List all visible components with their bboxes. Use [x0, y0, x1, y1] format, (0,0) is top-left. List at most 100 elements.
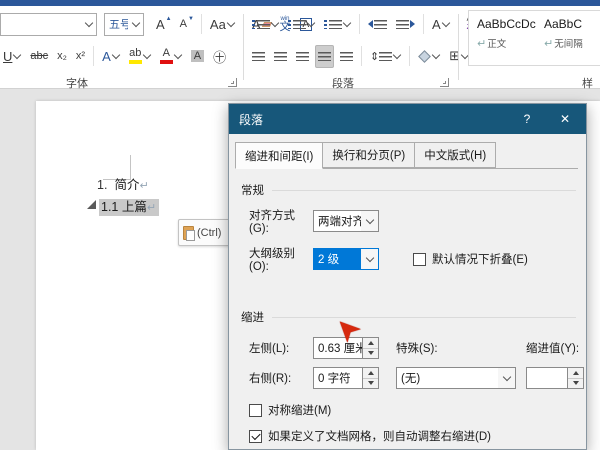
- change-case-icon: Aa: [209, 16, 226, 32]
- paragraph-dialog-launcher[interactable]: [440, 78, 449, 87]
- chevron-down-icon[interactable]: [81, 14, 96, 35]
- style-preview: AaBbCcDc: [477, 17, 536, 31]
- clipboard-icon: [183, 225, 195, 241]
- justify-button[interactable]: [315, 44, 334, 68]
- checkbox-unchecked[interactable]: [249, 403, 262, 417]
- change-case-button[interactable]: Aa: [207, 13, 238, 36]
- bullet-list-button[interactable]: [249, 13, 282, 36]
- text-highlight-button[interactable]: ab: [126, 45, 154, 68]
- underline-icon: U: [3, 48, 13, 64]
- caret-down-icon: ▼: [187, 16, 194, 22]
- style-card-no-spacing[interactable]: AaBbC ↵无间隔: [544, 17, 600, 61]
- highlight-icon: ab: [128, 48, 142, 64]
- underline-button[interactable]: U: [0, 45, 24, 68]
- help-button[interactable]: ?: [508, 104, 546, 134]
- align-left-button[interactable]: [249, 45, 268, 68]
- caret-up-icon: ▲: [165, 16, 172, 22]
- indent-left-label: 左侧(L):: [249, 343, 290, 355]
- distribute-button[interactable]: [337, 45, 356, 68]
- spin-up[interactable]: [568, 368, 583, 378]
- group-divider: [243, 14, 244, 80]
- multilevel-list-icon: [324, 19, 342, 29]
- style-card-normal[interactable]: AaBbCcDc ↵正文: [477, 17, 536, 61]
- separator: [200, 14, 202, 34]
- chevron-down-icon[interactable]: [361, 211, 378, 231]
- style-name: 正文: [487, 39, 507, 50]
- mirror-indents-checkbox[interactable]: 对称缩进(M): [249, 402, 576, 418]
- font-dialog-launcher[interactable]: [228, 78, 237, 87]
- spin-down[interactable]: [363, 377, 378, 388]
- outline-level-dropdown[interactable]: 2 级: [313, 248, 379, 270]
- asian-layout-icon: A: [432, 16, 441, 32]
- numbered-list-button[interactable]: [285, 13, 318, 36]
- outline-level-label: 大纲级别(O):: [249, 248, 295, 273]
- list-number: 1.: [97, 178, 108, 192]
- section-indentation: 缩进: [241, 309, 576, 325]
- font-size-combobox[interactable]: 五号: [104, 12, 144, 36]
- font-color-icon: A: [159, 48, 173, 64]
- decrease-indent-button[interactable]: [365, 13, 390, 36]
- tab-indents-and-spacing[interactable]: 缩进和间距(I): [235, 142, 324, 169]
- pilcrow-icon: ↵: [544, 38, 554, 50]
- indent-right-spinner[interactable]: 0 字符: [313, 367, 379, 389]
- ribbon-group-font: 五号 A ▲ A ▼ Aa A win: [0, 6, 313, 90]
- ribbon-group-paragraph: A AZ ↓ ↵ ⇕: [247, 6, 497, 90]
- distribute-icon: [340, 51, 353, 61]
- decrease-indent-icon: [368, 20, 373, 28]
- spin-down[interactable]: [363, 347, 378, 358]
- line-spacing-button[interactable]: ⇕: [367, 45, 404, 68]
- alignment-dropdown[interactable]: 两端对齐: [313, 210, 379, 232]
- group-divider: [458, 14, 459, 80]
- shrink-font-icon: A: [179, 18, 187, 30]
- tab-line-and-page-breaks[interactable]: 换行和分页(P): [322, 142, 416, 168]
- strikethrough-button[interactable]: abc: [27, 45, 51, 68]
- indent-by-spinner[interactable]: [526, 367, 584, 389]
- multilevel-list-button[interactable]: [321, 13, 354, 36]
- tab-asian-typography[interactable]: 中文版式(H): [414, 142, 497, 168]
- line-spacing-icon: ⇕: [370, 50, 380, 63]
- subscript-button[interactable]: x₂: [54, 45, 70, 68]
- font-name-combobox[interactable]: [0, 12, 97, 36]
- character-shading-button[interactable]: A: [188, 45, 207, 68]
- spin-up[interactable]: [363, 368, 378, 378]
- grow-font-icon: A: [156, 16, 165, 32]
- increase-indent-icon: [410, 20, 415, 28]
- superscript-button[interactable]: x²: [73, 45, 88, 68]
- pilcrow-icon: ↵: [146, 202, 157, 214]
- grow-font-button[interactable]: A ▲: [153, 13, 174, 36]
- paragraph-dialog: 段落 ? ✕ 缩进和间距(I) 换行和分页(P) 中文版式(H) 常规 对齐方式…: [228, 103, 587, 450]
- adjust-right-indent-checkbox[interactable]: 如果定义了文档网格，则自动调整右缩进(D): [249, 428, 576, 444]
- paste-options-button[interactable]: (Ctrl): [178, 219, 232, 246]
- align-center-button[interactable]: [271, 45, 290, 68]
- increase-indent-button[interactable]: [393, 13, 418, 36]
- bullet-list-icon: [252, 19, 270, 29]
- chevron-down-icon[interactable]: [128, 14, 143, 35]
- align-right-button[interactable]: [293, 45, 312, 68]
- spin-down[interactable]: [568, 377, 583, 388]
- checkbox-unchecked[interactable]: [413, 252, 426, 266]
- align-left-icon: [252, 51, 265, 61]
- styles-gallery: AaBbCcDc ↵正文 AaBbC ↵无间隔: [468, 10, 600, 66]
- enclose-characters-button[interactable]: ㊉: [210, 45, 229, 68]
- shrink-font-button[interactable]: A ▼: [177, 13, 196, 36]
- strikethrough-icon: abc: [30, 50, 49, 62]
- heading-text: 简介: [114, 178, 140, 192]
- spin-up[interactable]: [363, 338, 378, 348]
- justify-icon: [318, 51, 331, 61]
- chevron-down-icon[interactable]: [361, 249, 378, 269]
- text-effects-button[interactable]: A: [99, 45, 123, 68]
- superscript-icon: x²: [75, 50, 86, 62]
- checkbox-checked[interactable]: [249, 429, 262, 443]
- document-line-1: 1. 简介↵: [97, 174, 149, 193]
- selected-text[interactable]: 1.1 上篇↵: [99, 199, 160, 216]
- dialog-titlebar[interactable]: 段落 ? ✕: [229, 104, 586, 134]
- collapsed-by-default-checkbox[interactable]: 默认情况下折叠(E): [413, 251, 528, 267]
- chevron-down-icon[interactable]: [498, 368, 515, 388]
- asian-layout-button[interactable]: A: [429, 13, 453, 36]
- shading-button[interactable]: [415, 45, 443, 68]
- font-color-button[interactable]: A: [157, 45, 185, 68]
- special-dropdown[interactable]: (无): [396, 367, 516, 389]
- collapse-triangle-icon[interactable]: [87, 200, 96, 209]
- close-icon[interactable]: ✕: [546, 104, 584, 134]
- indent-by-label: 缩进值(Y):: [526, 343, 580, 355]
